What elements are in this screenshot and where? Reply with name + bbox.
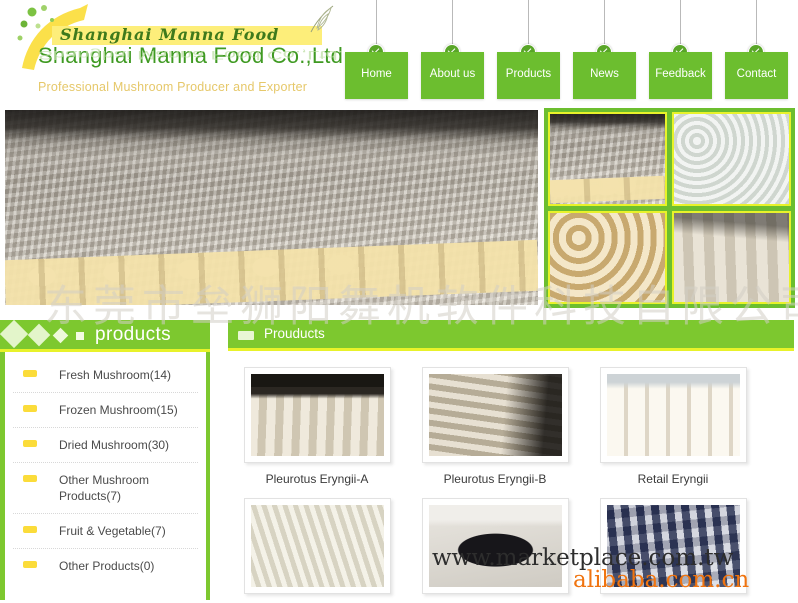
mushroom-house-photo <box>5 110 538 305</box>
product-image-frame <box>421 498 569 594</box>
product-card[interactable] <box>584 498 762 603</box>
banner-thumbnail[interactable] <box>548 112 667 206</box>
bullet-icon <box>23 405 37 412</box>
sidebar-item-label: Fresh Mushroom(14) <box>59 368 172 382</box>
nav-item-news[interactable]: News <box>573 52 636 99</box>
product-photo <box>250 505 384 587</box>
page-content: products Fresh Mushroom(14) Frozen Mushr… <box>0 310 798 600</box>
bullet-icon <box>23 475 37 482</box>
sidebar-item-label: Frozen Mushroom(15) <box>59 403 178 417</box>
site-header: Shanghai Manna Food Shanghai Manna Food … <box>0 0 798 105</box>
banner-thumbnail-grid <box>544 108 795 308</box>
wheat-leaf-icon <box>310 5 334 33</box>
sidebar-item-other-mushroom-products[interactable]: Other Mushroom Products(7) <box>13 463 198 514</box>
sidebar-item-frozen-mushroom[interactable]: Frozen Mushroom(15) <box>13 393 198 428</box>
diamond-decoration-icon <box>0 320 29 349</box>
white-mushroom-photo <box>674 114 789 204</box>
product-image-frame <box>599 498 747 594</box>
nav-label: Home <box>361 68 392 80</box>
product-photo <box>606 505 740 587</box>
product-card[interactable]: Pleurotus Eryngii-B <box>406 367 584 486</box>
mushroom-beds-photo <box>550 114 665 204</box>
sidebar-item-fresh-mushroom[interactable]: Fresh Mushroom(14) <box>13 358 198 393</box>
sidebar-item-label: Other Products(0) <box>59 559 155 573</box>
product-caption: Pleurotus Eryngii-A <box>265 472 369 486</box>
products-panel-header: Prouducts <box>228 320 794 351</box>
diamond-decoration-icon <box>52 327 69 344</box>
product-card[interactable]: Retail Eryngii <box>584 367 762 486</box>
product-caption: Retail Eryngii <box>637 472 709 486</box>
logo-reflection: Shanghai Manna Food Co.,Ltd. <box>38 48 344 62</box>
product-caption: Pleurotus Eryngii-B <box>443 472 547 486</box>
nav-label: News <box>590 68 619 80</box>
main-navigation: Home About us Products News Feedback Con… <box>345 0 798 105</box>
nav-item-contact[interactable]: Contact <box>725 52 788 99</box>
product-photo <box>250 374 384 456</box>
nav-label: About us <box>429 68 476 80</box>
sidebar-title: products <box>95 324 172 345</box>
diamond-decoration-icon <box>27 323 51 347</box>
product-photo <box>428 505 562 587</box>
bullet-icon <box>23 526 37 533</box>
sidebar-item-dried-mushroom[interactable]: Dried Mushroom(30) <box>13 428 198 463</box>
hero-banner <box>0 105 798 310</box>
nav-item-about-us[interactable]: About us <box>421 52 484 99</box>
nav-item-feedback[interactable]: Feedback <box>649 52 712 99</box>
sidebar-item-label: Fruit & Vegetable(7) <box>59 524 166 538</box>
king-oyster-photo <box>674 212 789 302</box>
sidebar-header: products <box>0 320 210 352</box>
products-panel: Prouducts Pleurotus Eryngii-A Pleurotus … <box>228 320 794 603</box>
bullet-icon <box>238 331 254 340</box>
nav-label: Feedback <box>655 68 706 80</box>
product-image-frame <box>599 367 747 463</box>
dried-shiitake-photo <box>550 212 665 302</box>
nav-item-home[interactable]: Home <box>345 52 408 99</box>
sidebar-category-list: Fresh Mushroom(14) Frozen Mushroom(15) D… <box>0 352 210 600</box>
sidebar-item-label: Dried Mushroom(30) <box>59 438 170 452</box>
nav-item-products[interactable]: Products <box>497 52 560 99</box>
product-card[interactable] <box>228 498 406 603</box>
nav-label: Products <box>505 68 552 80</box>
sidebar-item-label: Other Mushroom Products(7) <box>59 473 150 503</box>
sidebar-item-other-products[interactable]: Other Products(0) <box>13 549 198 583</box>
bullet-icon <box>23 370 37 377</box>
site-logo[interactable]: Shanghai Manna Food Shanghai Manna Food … <box>0 0 349 105</box>
products-panel-title: Prouducts <box>264 326 325 341</box>
product-photo <box>428 374 562 456</box>
product-photo <box>606 374 740 456</box>
product-image-frame <box>243 498 391 594</box>
banner-thumbnail[interactable] <box>672 210 791 304</box>
sidebar-item-fruit-vegetable[interactable]: Fruit & Vegetable(7) <box>13 514 198 549</box>
logo-tagline: Professional Mushroom Producer and Expor… <box>38 80 308 94</box>
bullet-icon <box>23 561 37 568</box>
banner-thumbnail[interactable] <box>548 210 667 304</box>
square-decoration-icon <box>76 332 84 340</box>
product-card[interactable] <box>406 498 584 603</box>
banner-thumbnail[interactable] <box>672 112 791 206</box>
product-image-frame <box>243 367 391 463</box>
banner-main-image[interactable] <box>5 110 538 305</box>
bullet-icon <box>23 440 37 447</box>
product-image-frame <box>421 367 569 463</box>
product-card[interactable]: Pleurotus Eryngii-A <box>228 367 406 486</box>
product-grid: Pleurotus Eryngii-A Pleurotus Eryngii-B … <box>228 367 794 603</box>
nav-label: Contact <box>736 68 777 80</box>
